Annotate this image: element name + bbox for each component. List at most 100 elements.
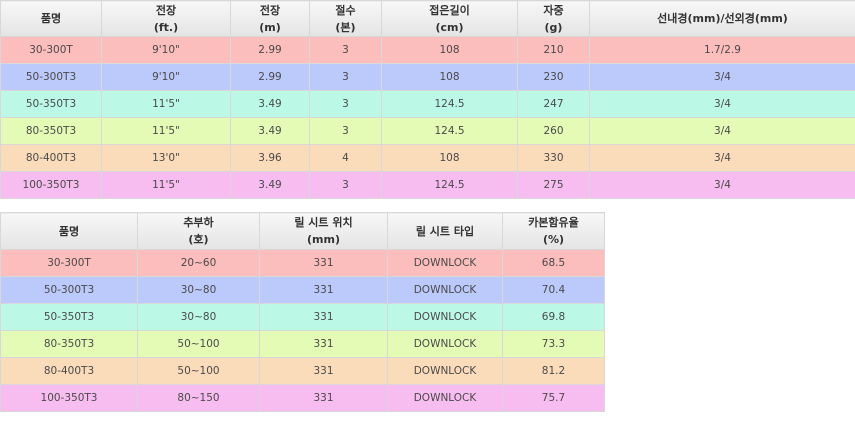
table-row: 100-350T3 11'5" 3.49 3 124.5 275 3/4 — [0, 171, 855, 199]
header-carbon-content: 카본함유율 (%) — [502, 212, 605, 250]
reel-seat-table: 품명 추부하 (호) 릴 시트 위치 (mm) 릴 시트 타입 카본함유율 (%) 3… — [0, 212, 605, 412]
cell-product-name: 80-350T3 — [0, 117, 102, 145]
cell-length-ft: 11'5" — [101, 117, 231, 145]
cell-reel-seat-type: DOWNLOCK — [387, 384, 503, 412]
cell-sinker-load: 20~60 — [137, 249, 260, 277]
reel-table-header-row: 품명 추부하 (호) 릴 시트 위치 (mm) 릴 시트 타입 카본함유율 (%) — [0, 212, 605, 250]
cell-carbon-content: 69.8 — [502, 303, 605, 331]
cell-weight: 260 — [517, 117, 590, 145]
cell-reel-seat-type: DOWNLOCK — [387, 357, 503, 385]
cell-sinker-load: 30~80 — [137, 276, 260, 304]
spec-table: 품명 전장 (ft.) 전장 (m) 절수 (본) 접은길이 (cm) 자중 (g) 선내… — [0, 0, 855, 199]
cell-reel-seat-position: 331 — [259, 276, 388, 304]
cell-sections: 3 — [309, 36, 382, 64]
cell-reel-seat-position: 331 — [259, 384, 388, 412]
cell-diameter: 3/4 — [589, 63, 855, 91]
cell-length-m: 3.49 — [230, 171, 310, 199]
header-closed-length: 접은길이 (cm) — [381, 0, 518, 37]
table-row: 50-350T3 30~80 331 DOWNLOCK 69.8 — [0, 303, 605, 331]
header-tip-butt-diameter: 선내경(mm)/선외경(mm) — [589, 0, 855, 37]
cell-product-name: 50-350T3 — [0, 90, 102, 118]
cell-carbon-content: 81.2 — [502, 357, 605, 385]
cell-carbon-content: 75.7 — [502, 384, 605, 412]
cell-weight: 330 — [517, 144, 590, 172]
cell-length-m: 3.96 — [230, 144, 310, 172]
table-row: 80-350T3 11'5" 3.49 3 124.5 260 3/4 — [0, 117, 855, 145]
cell-reel-seat-type: DOWNLOCK — [387, 276, 503, 304]
cell-product-name: 50-300T3 — [0, 63, 102, 91]
cell-sinker-load: 50~100 — [137, 357, 260, 385]
cell-length-m: 2.99 — [230, 36, 310, 64]
cell-length-ft: 9'10" — [101, 63, 231, 91]
cell-reel-seat-position: 331 — [259, 357, 388, 385]
table-row: 50-350T3 11'5" 3.49 3 124.5 247 3/4 — [0, 90, 855, 118]
table-row: 30-300T 9'10" 2.99 3 108 210 1.7/2.9 — [0, 36, 855, 64]
cell-length-m: 2.99 — [230, 63, 310, 91]
cell-sections: 3 — [309, 117, 382, 145]
cell-closed-length: 108 — [381, 36, 518, 64]
spec-table-header-row: 품명 전장 (ft.) 전장 (m) 절수 (본) 접은길이 (cm) 자중 (g) 선내… — [0, 0, 855, 37]
header-sections: 절수 (본) — [309, 0, 382, 37]
cell-sections: 3 — [309, 171, 382, 199]
header-product-name: 품명 — [0, 0, 102, 37]
cell-product-name: 80-400T3 — [0, 357, 138, 385]
cell-product-name: 80-400T3 — [0, 144, 102, 172]
cell-diameter: 3/4 — [589, 171, 855, 199]
cell-weight: 275 — [517, 171, 590, 199]
cell-length-ft: 11'5" — [101, 171, 231, 199]
cell-sinker-load: 30~80 — [137, 303, 260, 331]
table-row: 80-400T3 13'0" 3.96 4 108 330 3/4 — [0, 144, 855, 172]
header-reel-seat-position: 릴 시트 위치 (mm) — [259, 212, 388, 250]
cell-carbon-content: 70.4 — [502, 276, 605, 304]
header-sinker-load: 추부하 (호) — [137, 212, 260, 250]
cell-product-name: 80-350T3 — [0, 330, 138, 358]
cell-reel-seat-type: DOWNLOCK — [387, 303, 503, 331]
cell-diameter: 3/4 — [589, 144, 855, 172]
table-row: 100-350T3 80~150 331 DOWNLOCK 75.7 — [0, 384, 605, 412]
cell-sinker-load: 50~100 — [137, 330, 260, 358]
cell-sections: 4 — [309, 144, 382, 172]
header-reel-seat-type: 릴 시트 타입 — [387, 212, 503, 250]
cell-closed-length: 108 — [381, 63, 518, 91]
cell-reel-seat-position: 331 — [259, 303, 388, 331]
cell-product-name: 30-300T — [0, 249, 138, 277]
cell-weight: 230 — [517, 63, 590, 91]
cell-closed-length: 124.5 — [381, 117, 518, 145]
cell-product-name: 100-350T3 — [0, 171, 102, 199]
header-length-m: 전장 (m) — [230, 0, 310, 37]
cell-reel-seat-position: 331 — [259, 249, 388, 277]
table-row: 50-300T3 30~80 331 DOWNLOCK 70.4 — [0, 276, 605, 304]
cell-reel-seat-type: DOWNLOCK — [387, 249, 503, 277]
cell-length-ft: 9'10" — [101, 36, 231, 64]
table-row: 80-400T3 50~100 331 DOWNLOCK 81.2 — [0, 357, 605, 385]
cell-length-ft: 13'0" — [101, 144, 231, 172]
cell-closed-length: 124.5 — [381, 90, 518, 118]
cell-diameter: 3/4 — [589, 117, 855, 145]
cell-sections: 3 — [309, 90, 382, 118]
header-weight: 자중 (g) — [517, 0, 590, 37]
cell-weight: 210 — [517, 36, 590, 64]
cell-product-name: 100-350T3 — [0, 384, 138, 412]
cell-reel-seat-type: DOWNLOCK — [387, 330, 503, 358]
cell-diameter: 3/4 — [589, 90, 855, 118]
cell-carbon-content: 73.3 — [502, 330, 605, 358]
cell-product-name: 30-300T — [0, 36, 102, 64]
cell-product-name: 50-350T3 — [0, 303, 138, 331]
cell-product-name: 50-300T3 — [0, 276, 138, 304]
cell-diameter: 1.7/2.9 — [589, 36, 855, 64]
cell-sinker-load: 80~150 — [137, 384, 260, 412]
cell-closed-length: 108 — [381, 144, 518, 172]
table-row: 80-350T3 50~100 331 DOWNLOCK 73.3 — [0, 330, 605, 358]
cell-weight: 247 — [517, 90, 590, 118]
table-row: 30-300T 20~60 331 DOWNLOCK 68.5 — [0, 249, 605, 277]
cell-sections: 3 — [309, 63, 382, 91]
cell-length-m: 3.49 — [230, 90, 310, 118]
cell-length-m: 3.49 — [230, 117, 310, 145]
header-length-ft: 전장 (ft.) — [101, 0, 231, 37]
cell-length-ft: 11'5" — [101, 90, 231, 118]
cell-closed-length: 124.5 — [381, 171, 518, 199]
table-row: 50-300T3 9'10" 2.99 3 108 230 3/4 — [0, 63, 855, 91]
cell-carbon-content: 68.5 — [502, 249, 605, 277]
header-product-name: 품명 — [0, 212, 138, 250]
cell-reel-seat-position: 331 — [259, 330, 388, 358]
